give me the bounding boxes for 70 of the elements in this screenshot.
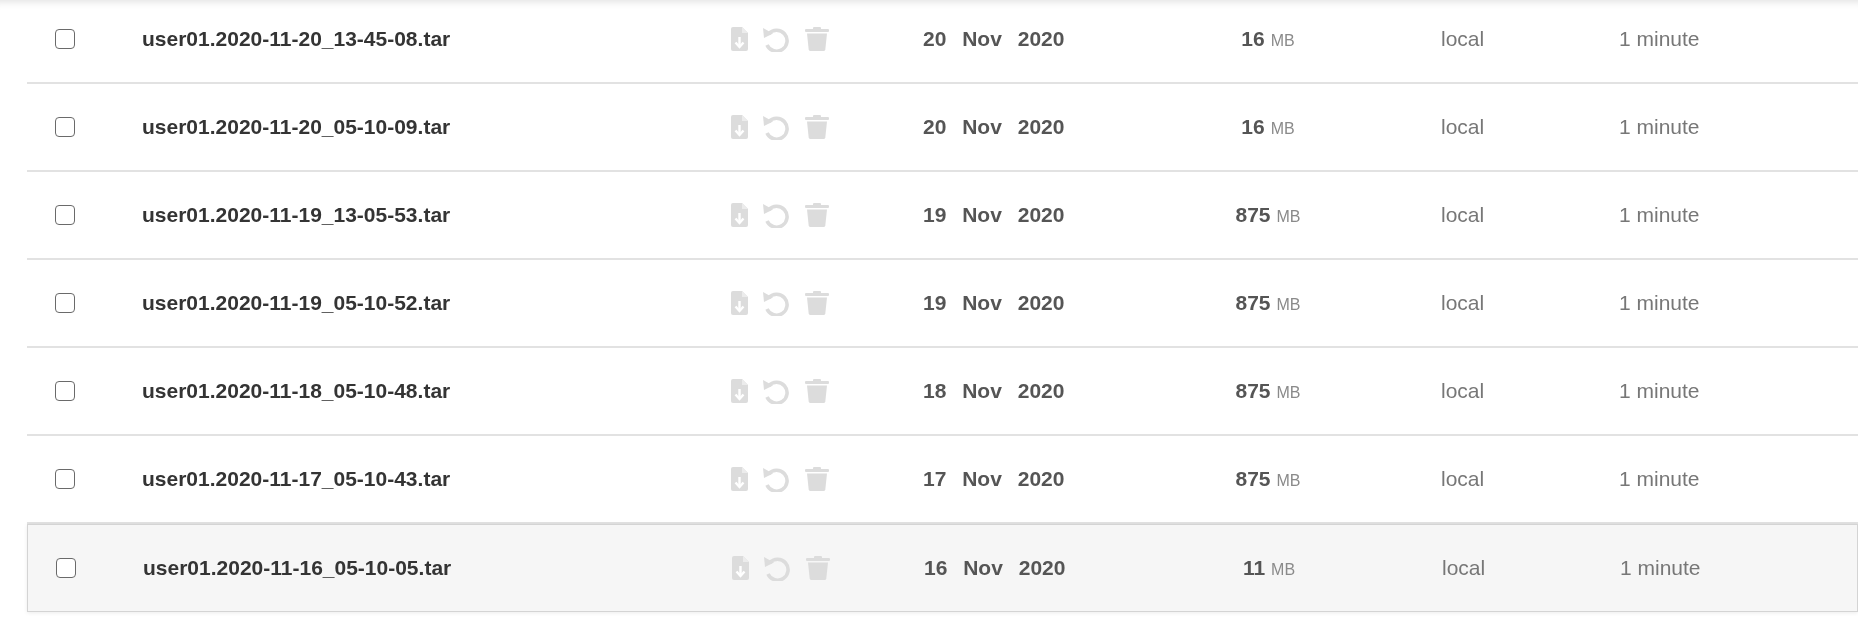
file-size: 875 xyxy=(1235,291,1271,315)
file-name: user01.2020-11-16_05-10-05.tar xyxy=(143,556,452,579)
backup-date: 20 Nov 2020 xyxy=(923,115,1065,138)
download-file-icon[interactable] xyxy=(731,379,748,403)
file-name: user01.2020-11-17_05-10-43.tar xyxy=(142,467,451,490)
file-size: 16 xyxy=(1241,27,1265,51)
row-checkbox[interactable] xyxy=(55,205,75,225)
storage-location: local xyxy=(1441,291,1485,314)
size-unit: MB xyxy=(1276,208,1301,226)
backup-duration: 1 minute xyxy=(1619,467,1700,490)
size-unit: MB xyxy=(1276,384,1301,402)
undo-icon[interactable] xyxy=(762,26,790,52)
trash-icon[interactable] xyxy=(804,203,830,227)
size-unit: MB xyxy=(1276,472,1301,490)
storage-location: local xyxy=(1441,203,1485,226)
row-checkbox[interactable] xyxy=(55,29,75,49)
size-unit: MB xyxy=(1271,561,1296,579)
backup-date: 16 Nov 2020 xyxy=(924,556,1066,579)
backup-date: 18 Nov 2020 xyxy=(923,379,1065,402)
storage-location: local xyxy=(1442,556,1486,579)
backup-duration: 1 minute xyxy=(1619,379,1700,402)
backup-duration: 1 minute xyxy=(1619,115,1700,138)
storage-location: local xyxy=(1441,379,1485,402)
file-size: 875 xyxy=(1235,203,1271,227)
size-unit: MB xyxy=(1270,32,1295,50)
file-name: user01.2020-11-18_05-10-48.tar xyxy=(142,379,451,402)
storage-location: local xyxy=(1441,27,1485,50)
row-checkbox[interactable] xyxy=(55,117,75,137)
backup-duration: 1 minute xyxy=(1619,291,1700,314)
file-size: 16 xyxy=(1241,115,1265,139)
undo-icon[interactable] xyxy=(762,466,790,492)
undo-icon[interactable] xyxy=(762,378,790,404)
file-name: user01.2020-11-20_05-10-09.tar xyxy=(142,115,451,138)
download-file-icon[interactable] xyxy=(731,203,748,227)
trash-icon[interactable] xyxy=(804,467,830,491)
undo-icon[interactable] xyxy=(763,555,791,581)
download-file-icon[interactable] xyxy=(731,467,748,491)
download-file-icon[interactable] xyxy=(732,556,749,580)
download-file-icon[interactable] xyxy=(731,291,748,315)
trash-icon[interactable] xyxy=(804,291,830,315)
backup-duration: 1 minute xyxy=(1619,203,1700,226)
file-name: user01.2020-11-19_05-10-52.tar xyxy=(142,291,451,314)
row-checkbox[interactable] xyxy=(55,469,75,489)
trash-icon[interactable] xyxy=(804,27,830,51)
trash-icon[interactable] xyxy=(804,115,830,139)
download-file-icon[interactable] xyxy=(731,115,748,139)
storage-location: local xyxy=(1441,115,1485,138)
storage-location: local xyxy=(1441,467,1485,490)
trash-icon[interactable] xyxy=(805,556,831,580)
size-unit: MB xyxy=(1270,120,1295,138)
backup-date: 19 Nov 2020 xyxy=(923,291,1065,314)
backup-duration: 1 minute xyxy=(1620,556,1701,579)
size-unit: MB xyxy=(1276,296,1301,314)
download-file-icon[interactable] xyxy=(731,27,748,51)
file-name: user01.2020-11-19_13-05-53.tar xyxy=(142,203,451,226)
trash-icon[interactable] xyxy=(804,379,830,403)
undo-icon[interactable] xyxy=(762,290,790,316)
row-checkbox[interactable] xyxy=(55,293,75,313)
backup-date: 19 Nov 2020 xyxy=(923,203,1065,226)
undo-icon[interactable] xyxy=(762,114,790,140)
file-size: 875 xyxy=(1235,379,1271,403)
backup-date: 17 Nov 2020 xyxy=(923,467,1065,490)
backup-duration: 1 minute xyxy=(1619,27,1700,50)
backup-date: 20 Nov 2020 xyxy=(923,27,1065,50)
row-checkbox[interactable] xyxy=(55,381,75,401)
file-size: 875 xyxy=(1235,467,1271,491)
row-checkbox[interactable] xyxy=(56,558,76,578)
undo-icon[interactable] xyxy=(762,202,790,228)
file-name: user01.2020-11-20_13-45-08.tar xyxy=(142,27,451,50)
file-size: 11 xyxy=(1242,556,1266,580)
